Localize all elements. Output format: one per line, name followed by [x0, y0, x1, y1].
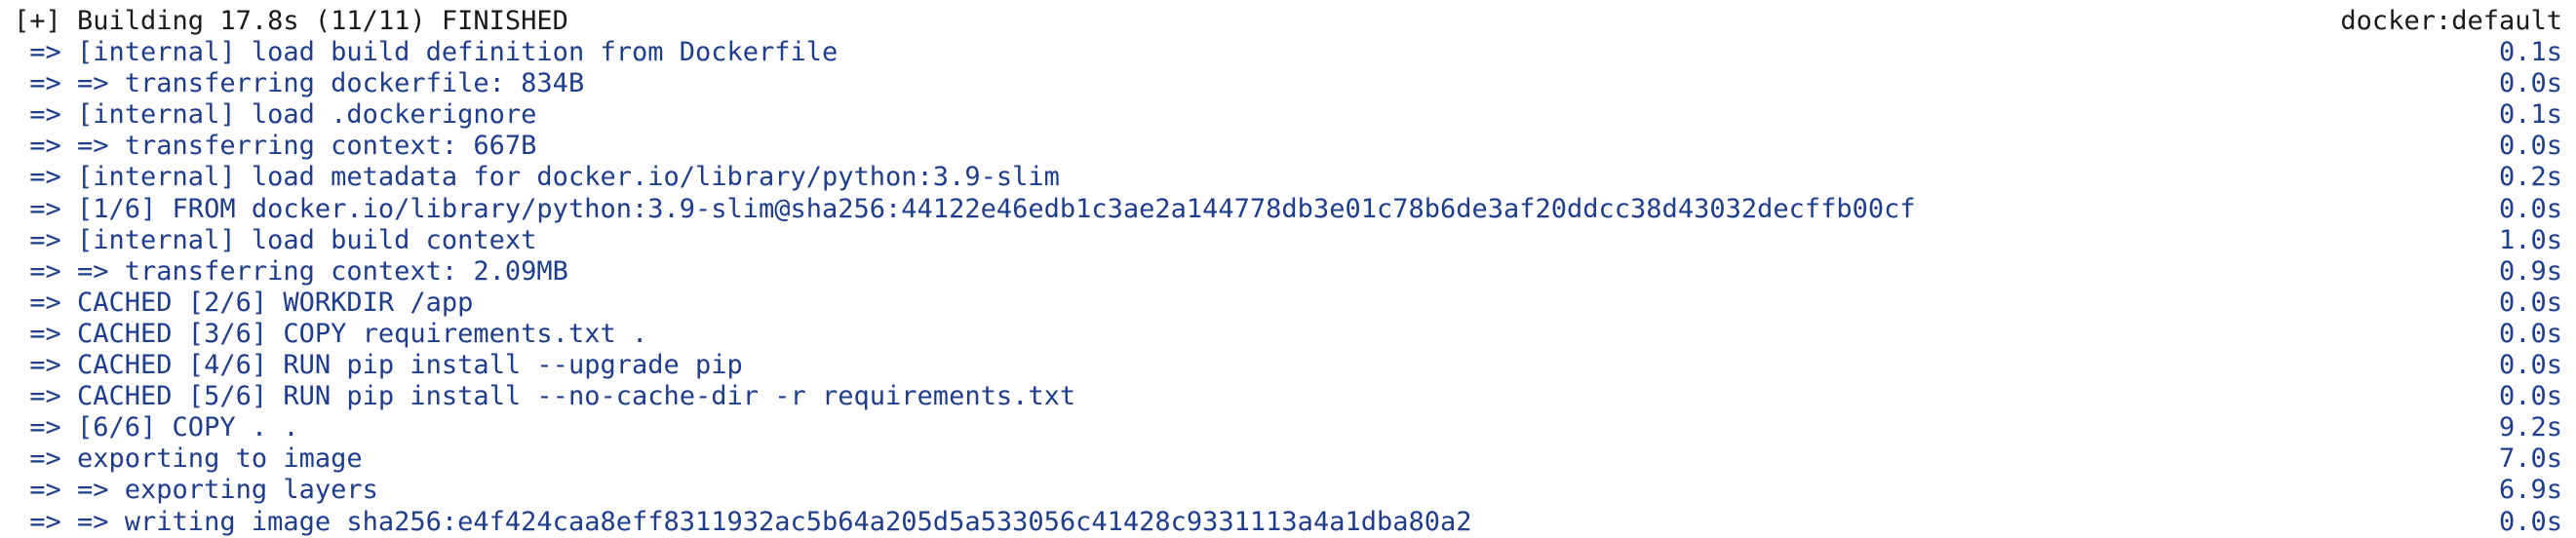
terminal-output: [+] Building 17.8s (11/11) FINISHED dock…	[0, 0, 2576, 538]
step-text: => => transferring context: 2.09MB	[14, 255, 568, 287]
step-text: => [internal] load build context	[14, 224, 537, 255]
step-duration: 0.0s	[2498, 350, 2562, 381]
step-duration: 0.9s	[2498, 255, 2562, 287]
step-duration: 1.0s	[2498, 224, 2562, 255]
step-text: => => writing image sha256:e4f424caa8eff…	[14, 506, 1472, 537]
step-duration: 0.0s	[2498, 287, 2562, 318]
build-step-line: => [6/6] COPY . . 9.2s	[0, 412, 2576, 443]
step-duration: 0.1s	[2498, 99, 2562, 131]
step-text: => [1/6] FROM docker.io/library/python:3…	[14, 193, 1916, 224]
build-step-line: => CACHED [4/6] RUN pip install --upgrad…	[0, 350, 2576, 381]
build-step-line: => => exporting layers 6.9s	[0, 475, 2576, 506]
builder-name: docker:default	[2340, 6, 2562, 36]
step-duration: 0.0s	[2498, 68, 2562, 99]
step-duration: 0.0s	[2498, 506, 2562, 537]
step-text: => => transferring context: 667B	[14, 131, 537, 162]
step-text: => CACHED [2/6] WORKDIR /app	[14, 287, 474, 318]
step-duration: 0.2s	[2498, 162, 2562, 193]
build-step-line: => [internal] load build definition from…	[0, 37, 2576, 68]
step-text: => [internal] load metadata for docker.i…	[14, 162, 1060, 193]
step-duration: 7.0s	[2498, 443, 2562, 475]
build-step-line: => exporting to image 7.0s	[0, 443, 2576, 475]
step-duration: 0.0s	[2498, 131, 2562, 162]
build-step-line: => => transferring context: 2.09MB 0.9s	[0, 256, 2576, 288]
build-step-line: => => writing image sha256:e4f424caa8eff…	[0, 507, 2576, 538]
build-step-line: => [1/6] FROM docker.io/library/python:3…	[0, 194, 2576, 225]
step-text: => CACHED [4/6] RUN pip install --upgrad…	[14, 350, 743, 381]
step-text: => => exporting layers	[14, 475, 378, 506]
step-duration: 0.0s	[2498, 381, 2562, 412]
build-step-line: => => transferring dockerfile: 834B 0.0s	[0, 68, 2576, 99]
step-duration: 0.1s	[2498, 37, 2562, 68]
build-step-line: => => transferring context: 667B 0.0s	[0, 131, 2576, 162]
build-step-line: => [internal] load metadata for docker.i…	[0, 162, 2576, 193]
step-duration: 9.2s	[2498, 412, 2562, 443]
build-step-line: => CACHED [2/6] WORKDIR /app 0.0s	[0, 288, 2576, 319]
step-text: => [internal] load .dockerignore	[14, 99, 537, 131]
step-duration: 6.9s	[2498, 475, 2562, 506]
step-text: => [internal] load build definition from…	[14, 37, 839, 68]
build-steps-list: => [internal] load build definition from…	[0, 37, 2576, 538]
build-header: [+] Building 17.8s (11/11) FINISHED dock…	[0, 6, 2576, 37]
step-text: => CACHED [5/6] RUN pip install --no-cac…	[14, 381, 1076, 412]
build-step-line: => [internal] load build context 1.0s	[0, 225, 2576, 256]
step-text: => CACHED [3/6] COPY requirements.txt .	[14, 318, 648, 349]
build-step-line: => [internal] load .dockerignore 0.1s	[0, 99, 2576, 131]
build-step-line: => CACHED [5/6] RUN pip install --no-cac…	[0, 381, 2576, 412]
build-status: [+] Building 17.8s (11/11) FINISHED	[14, 6, 568, 36]
step-duration: 0.0s	[2498, 193, 2562, 224]
step-duration: 0.0s	[2498, 318, 2562, 349]
build-step-line: => CACHED [3/6] COPY requirements.txt . 0…	[0, 319, 2576, 350]
step-text: => => transferring dockerfile: 834B	[14, 68, 585, 99]
step-text: => [6/6] COPY . .	[14, 412, 299, 443]
step-text: => exporting to image	[14, 443, 363, 475]
